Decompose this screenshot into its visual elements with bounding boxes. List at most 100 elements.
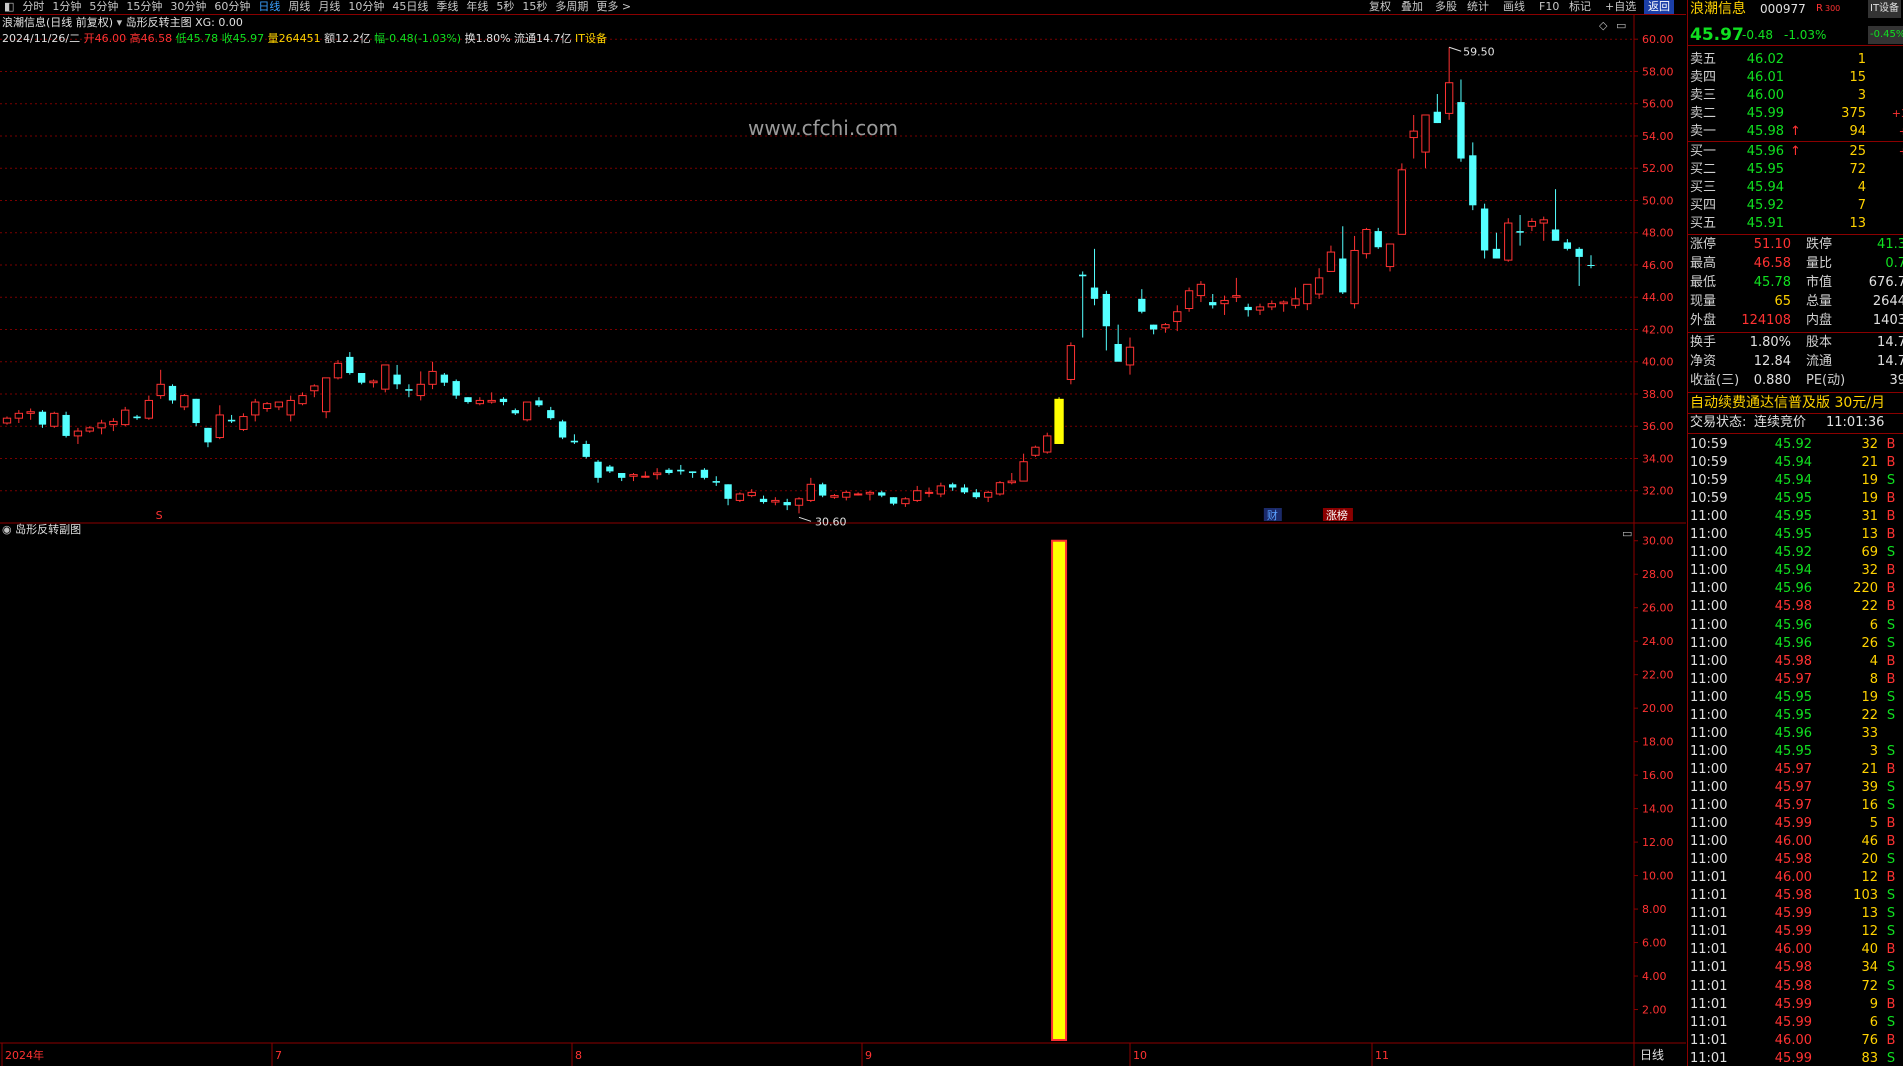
tick-row: 11:00 45.98 4 B (1688, 653, 1903, 671)
chart-canvas[interactable]: 60.00 58.00 56.00 54.00 52.00 50.00 48.00 46.00… (0, 0, 1686, 1066)
candle-body-down (889, 497, 898, 504)
sub-indicator-name[interactable]: 岛形反转副图 (15, 523, 81, 536)
tick-volume: 13 (1861, 527, 1878, 542)
main-price-tick: 34.00 (1642, 452, 1674, 465)
candle-body-down (972, 492, 980, 498)
main-price-tick: 50.00 (1642, 194, 1674, 207)
tick-volume: 16 (1861, 798, 1878, 813)
main-price-tick: 48.00 (1642, 227, 1674, 240)
tick-side: S (1886, 960, 1896, 975)
candle-body-down (1551, 229, 1560, 241)
stat-value-2: 0.7 (1885, 256, 1903, 271)
date-label: 9 (865, 1049, 872, 1062)
tick-side: B (1886, 762, 1896, 777)
candle-body-up (901, 498, 910, 505)
bid-volume: 4 (1857, 180, 1866, 195)
date-label: 10 (1133, 1049, 1147, 1062)
panel-divider (1688, 332, 1903, 333)
candle-body-down (511, 410, 519, 414)
candle-body-down (783, 502, 791, 506)
candle-body-up (1421, 114, 1430, 153)
bid-volume: 72 (1849, 162, 1866, 177)
legend-sector[interactable]: IT设备 (575, 32, 607, 45)
main-price-tick: 56.00 (1642, 98, 1674, 111)
candle-body-up (1019, 461, 1028, 482)
candle-body-down (1090, 287, 1099, 299)
candle-body-up (1291, 298, 1300, 306)
pane-close-icon: ▭ (1622, 527, 1632, 540)
tick-price: 45.98 (1774, 888, 1812, 903)
candle-body-up (73, 430, 83, 437)
candle-body-up (1173, 311, 1182, 322)
sub-value-tick: 30.00 (1642, 535, 1674, 548)
candle-body-up (913, 490, 922, 501)
candle-body-up (1066, 345, 1076, 380)
high-marker-line (1448, 46, 1462, 52)
main-price-tick: 36.00 (1642, 420, 1674, 433)
tick-row: 11:00 45.96 220 B (1688, 580, 1903, 598)
legend-change: 幅-0.48(-1.03%) (374, 32, 462, 45)
sector-tag[interactable]: IT设备 (1868, 0, 1902, 18)
ad-text[interactable]: 自动续费通达信普及版 30元/月 (1690, 394, 1885, 412)
tick-row: 11:00 45.94 32 B (1688, 562, 1903, 580)
stock-name[interactable]: 浪潮信息 (1690, 0, 1746, 18)
candle-body-down (582, 443, 590, 457)
ask-change: +3 (1891, 107, 1903, 120)
tick-row: 11:00 45.97 21 B (1688, 761, 1903, 779)
candle-body-down (62, 414, 70, 436)
tick-volume: 72 (1861, 979, 1878, 994)
tick-time: 11:00 (1690, 563, 1728, 578)
candle-body-up (121, 409, 130, 426)
price-row: 45.97 -0.48 -1.03% -0.45% (1688, 26, 1903, 44)
tick-row: 11:01 46.00 12 B (1688, 869, 1903, 887)
legend-amount: 额12.2亿 (324, 32, 371, 45)
bid-label: 买四 (1690, 198, 1717, 213)
candle-body-down (499, 398, 508, 403)
fund-value: 0.880 (1753, 373, 1791, 388)
indicator-dropdown-icon[interactable]: ▾ (117, 16, 123, 29)
tick-side: S (1886, 708, 1896, 723)
candle-body-down (1374, 231, 1382, 248)
tick-volume: 19 (1861, 690, 1878, 705)
tick-row: 11:00 45.95 19 S (1688, 689, 1903, 707)
ask-label: 卖一 (1690, 124, 1717, 139)
candle-body-up (251, 401, 260, 416)
tick-time: 11:01 (1690, 997, 1728, 1012)
candle-body-up (1350, 249, 1359, 305)
tick-side: B (1886, 563, 1896, 578)
ask-row-3: 卖三46.003- (1688, 87, 1903, 105)
tick-time: 11:00 (1690, 708, 1728, 723)
tick-volume: 9 (1869, 997, 1878, 1012)
date-label: 7 (275, 1049, 282, 1062)
date-label: 8 (575, 1049, 582, 1062)
high-price-label: 59.50 (1463, 45, 1495, 58)
tick-volume: 21 (1861, 762, 1878, 777)
stat-row: 最高 46.58 量比 0.7 (1688, 255, 1903, 273)
candle-body-up (794, 498, 804, 506)
bid-price: 45.95 (1746, 162, 1784, 177)
candle-body-up (1504, 222, 1513, 261)
bid-row-1: 买一 45.96 ↑ 25 + (1688, 143, 1903, 161)
tick-price: 45.99 (1774, 1051, 1812, 1066)
candle-body-up (1007, 480, 1016, 484)
sub-value-tick: 12.00 (1642, 836, 1674, 849)
status-value: 连续竞价 (1754, 415, 1807, 430)
fund-label: 收益(三) (1690, 373, 1740, 388)
bid-row-2: 买二45.9572- (1688, 161, 1903, 179)
tick-price: 46.00 (1774, 834, 1812, 849)
tick-price: 45.95 (1774, 527, 1812, 542)
candle-body-up (1031, 446, 1040, 456)
tick-price: 45.98 (1774, 979, 1812, 994)
tick-volume: 40 (1861, 942, 1878, 957)
watermark: www.cfchi.com (748, 116, 898, 140)
candle-body-down (1138, 298, 1146, 312)
sub-indicator-icon[interactable]: ◉ (2, 523, 12, 536)
low-marker-line (798, 516, 812, 522)
bid-row-3: 买三45.944- (1688, 179, 1903, 197)
tick-volume: 83 (1861, 1051, 1878, 1066)
tick-price: 45.99 (1774, 816, 1812, 831)
bid-label: 买二 (1690, 162, 1717, 177)
tick-row: 11:00 45.95 31 B (1688, 508, 1903, 526)
main-indicator-name[interactable]: 岛形反转主图 (126, 16, 192, 29)
candle-body-up (830, 495, 839, 498)
